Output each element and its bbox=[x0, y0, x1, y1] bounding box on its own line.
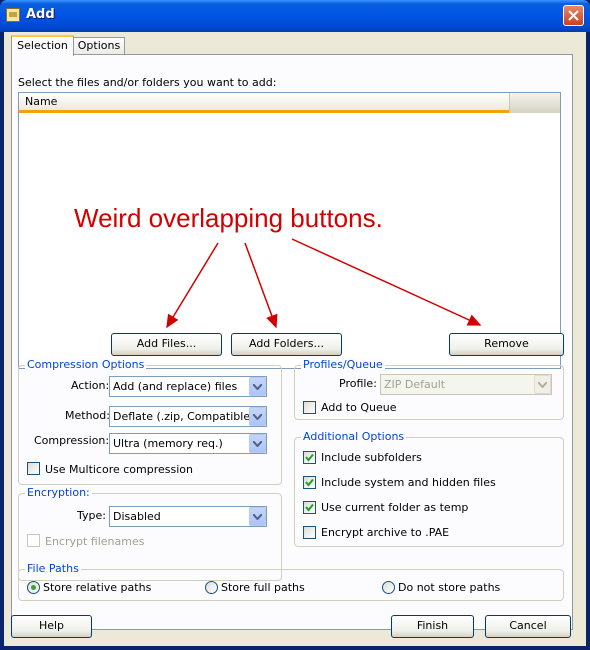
include-subfolders-label: Include subfolders bbox=[321, 451, 422, 464]
method-select[interactable]: Deflate (.zip, Compatible) bbox=[109, 406, 267, 427]
method-select-value: Deflate (.zip, Compatible) bbox=[113, 410, 255, 423]
include-hidden-files-label: Include system and hidden files bbox=[321, 476, 496, 489]
remove-button[interactable]: Remove bbox=[449, 333, 564, 356]
add-to-queue-label: Add to Queue bbox=[321, 401, 397, 414]
checkmark-icon bbox=[305, 478, 314, 487]
add-to-queue-checkbox[interactable] bbox=[303, 401, 316, 414]
compression-options-title: Compression Options bbox=[25, 358, 147, 371]
profiles-queue-title: Profiles/Queue bbox=[301, 358, 385, 371]
profile-select[interactable]: ZIP Default bbox=[380, 374, 552, 395]
arrow-to-remove bbox=[291, 238, 482, 326]
help-button[interactable]: Help bbox=[11, 615, 92, 638]
chevron-down-icon[interactable] bbox=[249, 377, 266, 396]
method-label: Method: bbox=[65, 409, 110, 422]
encryption-title: Encryption: bbox=[25, 486, 92, 499]
compression-level-value: Ultra (memory req.) bbox=[113, 437, 223, 450]
encryption-type-select[interactable]: Disabled bbox=[109, 506, 267, 527]
title-bar: Add bbox=[0, 0, 590, 32]
encryption-type-label: Type: bbox=[77, 509, 106, 522]
radio-selected-dot bbox=[31, 585, 36, 590]
action-select-value: Add (and replace) files bbox=[113, 380, 238, 393]
file-paths-title: File Paths bbox=[25, 562, 81, 575]
profiles-queue-group: Profiles/Queue Profile: ZIP Default Add … bbox=[294, 358, 564, 420]
profile-select-value: ZIP Default bbox=[384, 378, 446, 391]
action-label: Action: bbox=[71, 379, 110, 392]
encrypt-filenames-label: Encrypt filenames bbox=[45, 535, 145, 548]
selection-tab-panel: Select the files and/or folders you want… bbox=[11, 54, 573, 630]
multicore-checkbox[interactable] bbox=[27, 462, 40, 475]
store-full-paths-radio[interactable] bbox=[205, 581, 218, 594]
add-dialog-window: Add Selection Options Select the files a… bbox=[0, 0, 590, 650]
tab-selection[interactable]: Selection bbox=[11, 35, 74, 56]
encrypt-archive-pae-checkbox[interactable] bbox=[303, 526, 316, 539]
window-title: Add bbox=[26, 7, 55, 22]
include-hidden-files-checkbox[interactable] bbox=[303, 476, 316, 489]
add-files-button[interactable]: Add Files... bbox=[111, 333, 222, 356]
cancel-button[interactable]: Cancel bbox=[485, 615, 571, 638]
multicore-label: Use Multicore compression bbox=[45, 463, 194, 476]
compression-level-select[interactable]: Ultra (memory req.) bbox=[109, 433, 267, 454]
encrypt-filenames-checkbox[interactable] bbox=[27, 534, 40, 547]
chevron-down-icon[interactable] bbox=[249, 507, 266, 526]
chevron-down-icon[interactable] bbox=[249, 407, 266, 426]
finish-button[interactable]: Finish bbox=[391, 615, 474, 638]
close-button[interactable] bbox=[563, 5, 584, 26]
do-not-store-paths-label: Do not store paths bbox=[398, 581, 501, 594]
store-relative-paths-label: Store relative paths bbox=[43, 581, 152, 594]
add-folders-button[interactable]: Add Folders... bbox=[231, 333, 342, 356]
compression-label: Compression: bbox=[34, 434, 110, 447]
chevron-down-icon[interactable] bbox=[534, 375, 551, 394]
do-not-store-paths-radio[interactable] bbox=[382, 581, 395, 594]
arrow-to-add-folders bbox=[244, 242, 278, 329]
additional-options-group: Additional Options Include subfolders In… bbox=[294, 430, 564, 547]
encryption-type-value: Disabled bbox=[113, 510, 161, 523]
tab-options[interactable]: Options bbox=[73, 37, 125, 54]
arrow-to-add-files bbox=[166, 242, 219, 329]
file-paths-group: File Paths Store relative paths Store fu… bbox=[18, 562, 564, 601]
annotation-arrows bbox=[166, 238, 482, 329]
compression-options-group: Compression Options Action: Add (and rep… bbox=[18, 358, 282, 485]
store-relative-paths-radio[interactable] bbox=[27, 581, 40, 594]
encrypt-archive-pae-label: Encrypt archive to .PAE bbox=[321, 526, 450, 539]
store-full-paths-label: Store full paths bbox=[221, 581, 305, 594]
checkmark-icon bbox=[305, 503, 314, 512]
app-icon bbox=[6, 8, 20, 22]
profile-label: Profile: bbox=[339, 377, 377, 390]
action-select[interactable]: Add (and replace) files bbox=[109, 376, 267, 397]
additional-options-title: Additional Options bbox=[301, 430, 407, 443]
close-icon bbox=[568, 10, 579, 21]
checkmark-icon bbox=[305, 453, 314, 462]
dialog-body: Selection Options Select the files and/o… bbox=[4, 32, 586, 646]
use-current-folder-temp-checkbox[interactable] bbox=[303, 501, 316, 514]
use-current-folder-temp-label: Use current folder as temp bbox=[321, 501, 469, 514]
chevron-down-icon[interactable] bbox=[249, 434, 266, 453]
include-subfolders-checkbox[interactable] bbox=[303, 451, 316, 464]
